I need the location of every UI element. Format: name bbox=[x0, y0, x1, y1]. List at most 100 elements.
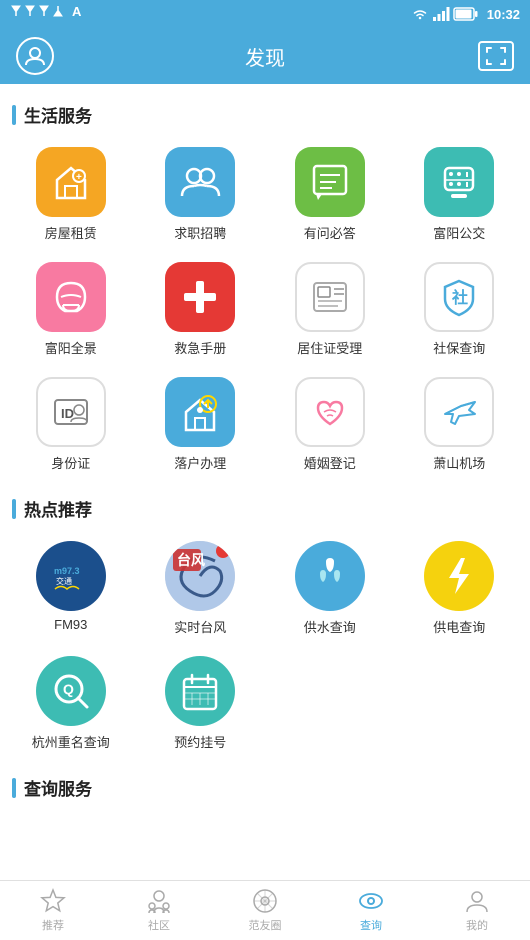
user-avatar-button[interactable] bbox=[16, 37, 54, 75]
scan-button[interactable] bbox=[478, 41, 514, 71]
social-security-label: 社保查询 bbox=[433, 338, 485, 357]
list-item[interactable]: 婚姻登记 bbox=[267, 369, 393, 480]
emergency-label: 救急手册 bbox=[174, 338, 226, 357]
id-card-icon-wrap: ID bbox=[36, 377, 106, 447]
recruit-icon bbox=[178, 160, 222, 204]
fan-circle-icon bbox=[252, 888, 278, 914]
list-item[interactable]: 居住证受理 bbox=[267, 254, 393, 365]
recruit-icon-wrap bbox=[165, 147, 235, 217]
svg-text:社: 社 bbox=[451, 288, 468, 307]
nav-item-fan-circle[interactable]: 范友圈 bbox=[212, 884, 318, 937]
scan-icon bbox=[485, 46, 507, 66]
list-item[interactable]: 预约挂号 bbox=[138, 648, 264, 759]
settle-down-icon bbox=[178, 390, 222, 434]
page-title: 发现 bbox=[245, 42, 285, 71]
list-item[interactable]: 萧山机场 bbox=[397, 369, 523, 480]
nav-item-query[interactable]: 查询 bbox=[318, 884, 424, 937]
list-item[interactable]: 社 社保查询 bbox=[397, 254, 523, 365]
list-item[interactable]: 求职招聘 bbox=[138, 139, 264, 250]
main-content: 生活服务 + 房屋租赁 bbox=[0, 84, 530, 880]
house-rent-icon: + bbox=[49, 160, 93, 204]
life-services-grid: + 房屋租赁 求职招聘 bbox=[0, 135, 530, 488]
list-item[interactable]: 供电查询 bbox=[397, 533, 523, 644]
battery-icon bbox=[454, 7, 478, 21]
list-item[interactable]: 富阳公交 bbox=[397, 139, 523, 250]
settle-icon-wrap bbox=[165, 377, 235, 447]
query-services-title: 查询服务 bbox=[0, 767, 530, 808]
text-size-icon: A bbox=[72, 4, 88, 18]
list-item[interactable]: 落户办理 bbox=[138, 369, 264, 480]
residence-label: 居住证受理 bbox=[297, 338, 362, 357]
typhoon-icon-wrap: 台风 bbox=[165, 541, 235, 611]
residence-icon-wrap bbox=[295, 262, 365, 332]
id-card-icon: ID bbox=[51, 392, 91, 432]
list-item[interactable]: 有问必答 bbox=[267, 139, 393, 250]
hangzhou-name-icon-wrap: Q bbox=[36, 656, 106, 726]
list-item[interactable]: ID 身份证 bbox=[8, 369, 134, 480]
power-supply-icon bbox=[437, 554, 481, 598]
hot-recommend-title: 热点推荐 bbox=[0, 488, 530, 529]
house-rent-label: 房屋租赁 bbox=[45, 223, 97, 242]
list-item[interactable]: + 房屋租赁 bbox=[8, 139, 134, 250]
hangzhou-name-icon: Q bbox=[49, 669, 93, 713]
list-item[interactable]: 供水查询 bbox=[267, 533, 393, 644]
time-display: 10:32 bbox=[487, 7, 520, 22]
fm93-icon: m97.3 交通 bbox=[49, 554, 93, 598]
svg-text:Q: Q bbox=[63, 681, 74, 697]
emergency-icon bbox=[178, 275, 222, 319]
appointment-icon-wrap bbox=[165, 656, 235, 726]
nav-item-mine[interactable]: 我的 bbox=[424, 884, 530, 937]
fm93-label: FM93 bbox=[54, 617, 87, 632]
emergency-icon-wrap bbox=[165, 262, 235, 332]
hot-recommend-grid: m97.3 交通 FM93 台风 bbox=[0, 529, 530, 767]
qa-label: 有问必答 bbox=[304, 223, 356, 242]
power-icon-wrap bbox=[424, 541, 494, 611]
bus-label: 富阳公交 bbox=[433, 223, 485, 242]
svg-text:A: A bbox=[72, 4, 82, 19]
community-icon bbox=[146, 888, 172, 914]
typhoon-label: 实时台风 bbox=[174, 617, 226, 636]
hangzhou-name-label: 杭州重名查询 bbox=[32, 732, 110, 751]
nav-community-label: 社区 bbox=[148, 917, 170, 933]
social-security-icon-wrap: 社 bbox=[424, 262, 494, 332]
cellular-icon bbox=[433, 7, 449, 21]
qa-icon bbox=[308, 160, 352, 204]
status-bar-left-icons: A bbox=[8, 4, 88, 18]
bus-icon-wrap bbox=[424, 147, 494, 217]
wifi-icon bbox=[412, 7, 428, 21]
water-label: 供水查询 bbox=[304, 617, 356, 636]
list-item[interactable]: 台风 实时台风 bbox=[138, 533, 264, 644]
signal-icons bbox=[8, 4, 68, 18]
nav-recommend-label: 推荐 bbox=[42, 917, 64, 933]
status-right-icons: 10:32 bbox=[412, 7, 520, 22]
svg-text:台风: 台风 bbox=[177, 552, 205, 568]
header: 发现 bbox=[0, 28, 530, 84]
marriage-icon bbox=[310, 392, 350, 432]
qa-icon-wrap bbox=[295, 147, 365, 217]
svg-text:+: + bbox=[76, 172, 82, 183]
panorama-icon-wrap bbox=[36, 262, 106, 332]
list-item[interactable]: m97.3 交通 FM93 bbox=[8, 533, 134, 644]
query-icon bbox=[358, 888, 384, 914]
status-bar: A 10:32 bbox=[0, 0, 530, 28]
list-item[interactable]: 救急手册 bbox=[138, 254, 264, 365]
house-rent-icon-wrap: + bbox=[36, 147, 106, 217]
airport-icon-wrap bbox=[424, 377, 494, 447]
panorama-label: 富阳全景 bbox=[45, 338, 97, 357]
nav-query-label: 查询 bbox=[360, 917, 382, 933]
water-icon-wrap bbox=[295, 541, 365, 611]
list-item[interactable]: Q 杭州重名查询 bbox=[8, 648, 134, 759]
nav-item-community[interactable]: 社区 bbox=[106, 884, 212, 937]
appointment-label: 预约挂号 bbox=[174, 732, 226, 751]
water-supply-icon bbox=[308, 554, 352, 598]
airport-icon bbox=[439, 392, 479, 432]
user-icon bbox=[24, 45, 46, 67]
svg-text:交通: 交通 bbox=[56, 576, 72, 586]
life-services-title: 生活服务 bbox=[0, 94, 530, 135]
list-item[interactable]: 富阳全景 bbox=[8, 254, 134, 365]
bus-icon bbox=[437, 160, 481, 204]
id-label: 身份证 bbox=[51, 453, 90, 472]
star-icon bbox=[40, 888, 66, 914]
social-security-icon: 社 bbox=[439, 277, 479, 317]
nav-item-recommend[interactable]: 推荐 bbox=[0, 884, 106, 937]
